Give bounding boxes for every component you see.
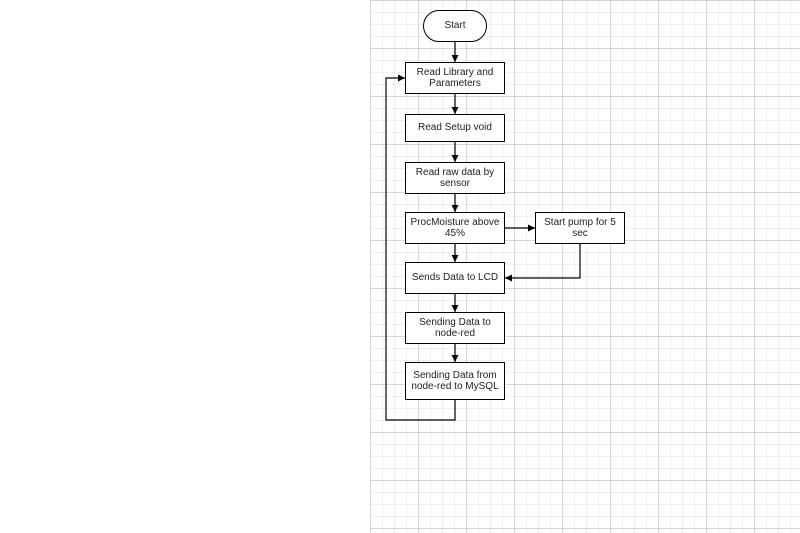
node-label: Sending Data to node-red	[410, 317, 500, 340]
node-label: Sends Data to LCD	[412, 272, 498, 284]
flowchart-canvas: Start Read Library and Parameters Read S…	[0, 0, 800, 533]
node-start: Start	[423, 10, 487, 42]
node-send-nodered: Sending Data to node-red	[405, 312, 505, 344]
node-read-library: Read Library and Parameters	[405, 62, 505, 94]
node-read-setup: Read Setup void	[405, 114, 505, 142]
node-label: Start pump for 5 sec	[540, 217, 620, 240]
node-label: Read raw data by sensor	[410, 167, 500, 190]
node-label: Read Library and Parameters	[410, 67, 500, 90]
node-send-mysql: Sending Data from node-red to MySQL	[405, 362, 505, 400]
node-sends-lcd: Sends Data to LCD	[405, 262, 505, 294]
node-proc-moisture: ProcMoisture above 45%	[405, 212, 505, 244]
node-read-raw: Read raw data by sensor	[405, 162, 505, 194]
node-label: Start	[444, 20, 465, 32]
node-label: Read Setup void	[418, 122, 492, 134]
node-label: Sending Data from node-red to MySQL	[410, 370, 500, 393]
edges	[0, 0, 800, 533]
node-label: ProcMoisture above 45%	[410, 217, 500, 240]
node-start-pump: Start pump for 5 sec	[535, 212, 625, 244]
